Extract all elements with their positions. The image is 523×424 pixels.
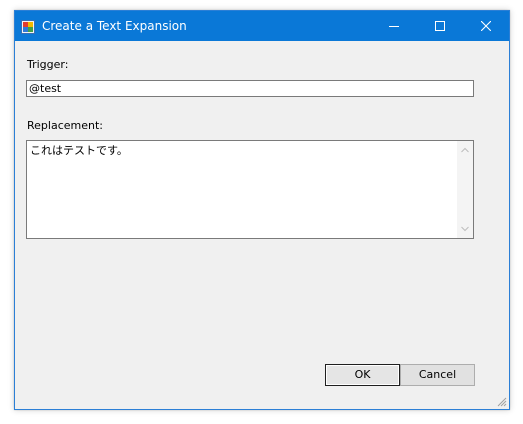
- window-title: Create a Text Expansion: [42, 19, 187, 33]
- title-bar[interactable]: Create a Text Expansion: [15, 11, 509, 41]
- minimize-icon: [389, 26, 399, 27]
- trigger-input[interactable]: @test: [26, 80, 474, 97]
- close-icon: [481, 21, 491, 31]
- cancel-button[interactable]: Cancel: [400, 364, 475, 386]
- close-button[interactable]: [463, 11, 509, 41]
- scroll-down-icon[interactable]: [461, 226, 469, 232]
- app-window-icon: [21, 19, 35, 34]
- scroll-up-icon[interactable]: [461, 147, 469, 153]
- replacement-scrollbar[interactable]: [457, 141, 473, 238]
- replacement-text: これはテストです。: [30, 144, 128, 157]
- minimize-button[interactable]: [371, 11, 417, 41]
- replacement-textarea[interactable]: これはテストです。: [26, 140, 474, 239]
- maximize-icon: [435, 21, 445, 31]
- trigger-label: Trigger:: [27, 58, 69, 71]
- replacement-label: Replacement:: [27, 119, 103, 132]
- ok-button[interactable]: OK: [325, 364, 400, 386]
- maximize-button[interactable]: [417, 11, 463, 41]
- resize-grip-icon[interactable]: [495, 395, 507, 407]
- dialog-window: Create a Text Expansion Trigger: @test R…: [14, 10, 510, 410]
